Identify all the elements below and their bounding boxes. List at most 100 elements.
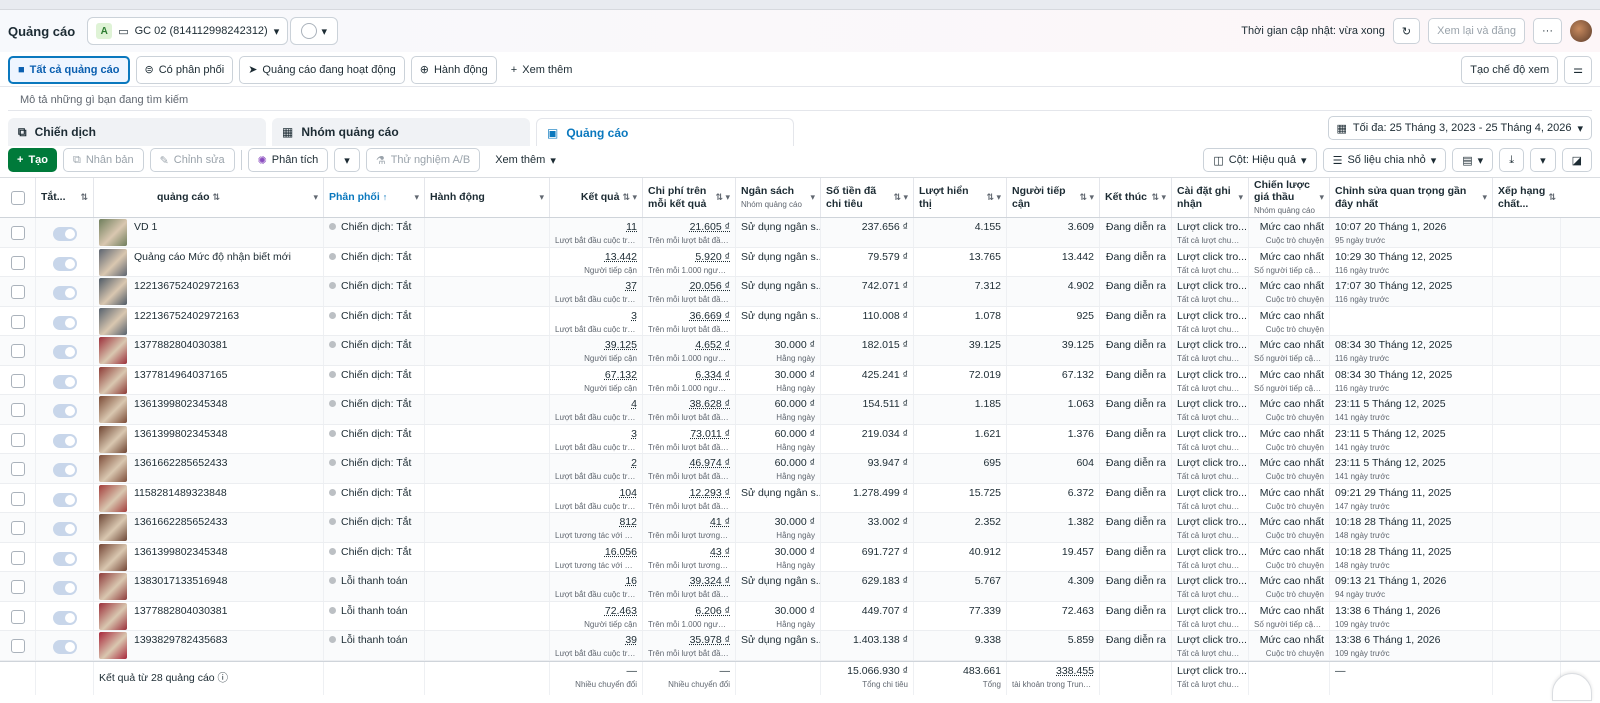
ad-thumbnail[interactable]	[99, 484, 127, 512]
toolbar-see-more[interactable]: Xem thêm ▾	[486, 148, 565, 172]
ad-toggle[interactable]	[52, 522, 77, 536]
filter-all-ads[interactable]: ■ Tất cả quảng cáo	[8, 55, 130, 84]
ad-thumbnail[interactable]	[99, 425, 127, 453]
filter-has-delivery[interactable]: ⊜ Có phân phối	[135, 55, 234, 84]
tab-adsets[interactable]: ▦ Nhóm quảng cáo	[272, 118, 530, 146]
cost-value[interactable]: 20.056 ₫	[648, 280, 730, 292]
table-row[interactable]: 1361662285652433 Chiến dịch: Tắt 812 Lượt t…	[0, 513, 1600, 543]
ad-name[interactable]: 1377882804030381	[134, 339, 227, 351]
filter-active-ads[interactable]: ➤ Quảng cáo đang hoạt động	[239, 55, 405, 84]
row-checkbox[interactable]	[10, 550, 25, 565]
ad-thumbnail[interactable]	[99, 366, 127, 394]
settings-sliders-button[interactable]: ⚌	[1564, 55, 1592, 84]
result-value[interactable]: 11	[555, 221, 637, 233]
ad-toggle[interactable]	[52, 404, 77, 418]
ad-thumbnail[interactable]	[99, 278, 127, 305]
review-publish-button[interactable]: Xem lại và đăng	[1428, 18, 1525, 44]
cost-value[interactable]: 38.628 ₫	[648, 398, 730, 410]
analyze-dropdown[interactable]: ▾	[334, 148, 360, 172]
columns-button[interactable]: ◫ Cột: Hiệu quả ▾	[1203, 148, 1317, 172]
ad-thumbnail[interactable]	[99, 632, 127, 659]
ad-thumbnail[interactable]	[99, 543, 127, 571]
more-button[interactable]: ···	[1533, 18, 1562, 44]
ad-thumbnail[interactable]	[99, 455, 127, 482]
ad-toggle[interactable]	[52, 610, 77, 625]
ad-thumbnail[interactable]	[99, 573, 127, 600]
search-input[interactable]: Mô tả những gì bạn đang tìm kiếm	[8, 89, 1592, 111]
col-header-rank[interactable]: Xếp hạng chất... ⇅	[1493, 178, 1561, 217]
result-value[interactable]: 39	[555, 634, 637, 646]
create-view-button[interactable]: Tạo chế độ xem	[1461, 55, 1559, 84]
result-value[interactable]: 13.442	[555, 251, 637, 263]
cost-value[interactable]: 43 ₫	[648, 546, 730, 558]
ad-toggle[interactable]	[52, 374, 77, 389]
see-more-filters-button[interactable]: + Xem thêm	[502, 55, 581, 84]
cost-value[interactable]: 46.974 ₫	[648, 457, 730, 469]
table-row[interactable]: 1377814964037165 Chiến dịch: Tắt 67.132 Ngư…	[0, 365, 1600, 395]
cost-value[interactable]: 4.652 ₫	[648, 339, 730, 351]
table-row[interactable]: 1377882804030381 Chiến dịch: Tắt 39.125 Ngư…	[0, 336, 1600, 366]
col-header-budget[interactable]: Ngân sách Nhóm quảng cáo ▾	[736, 178, 821, 217]
row-checkbox[interactable]	[10, 403, 25, 417]
row-checkbox[interactable]	[10, 226, 25, 240]
ad-thumbnail[interactable]	[99, 219, 127, 246]
duplicate-button[interactable]: ⧉ Nhân bản	[63, 148, 144, 172]
ad-toggle[interactable]	[52, 256, 77, 271]
table-row[interactable]: 122136752402972163 Chiến dịch: Tắt 3 Lượt b…	[0, 306, 1600, 336]
row-checkbox[interactable]	[10, 580, 25, 594]
table-row[interactable]: 1393829782435683 Lỗi thanh toán 39 Lượt bắt…	[0, 631, 1600, 661]
row-checkbox[interactable]	[10, 462, 25, 476]
table-row[interactable]: Quảng cáo Mức độ nhận biết mới Chiến dịch…	[0, 247, 1600, 277]
cost-value[interactable]: 73.011 ₫	[648, 428, 730, 440]
export-dropdown[interactable]: ▾	[1530, 148, 1556, 172]
col-header-attribution[interactable]: Cài đặt ghi nhận ▾	[1172, 178, 1249, 217]
ad-thumbnail[interactable]	[99, 396, 127, 423]
ad-name[interactable]: 122136752402972163	[134, 280, 239, 292]
table-row[interactable]: VD 1 Chiến dịch: Tắt 11 Lượt bắt đầu cuộc t…	[0, 218, 1600, 248]
col-header-impressions[interactable]: Lượt hiển thị ⇅ ▾	[914, 178, 1007, 217]
chart-toggle-button[interactable]: ◪	[1561, 148, 1592, 172]
date-range-picker[interactable]: ▦ Tối đa: 25 Tháng 3, 2023 - 25 Tháng 4, …	[1327, 116, 1592, 140]
table-row[interactable]: 1361662285652433 Chiến dịch: Tắt 2 Lượt bắt…	[0, 454, 1600, 484]
col-header-results[interactable]: Kết quả ⇅ ▾	[550, 178, 643, 217]
result-value[interactable]: 3	[555, 428, 637, 440]
row-checkbox[interactable]	[10, 344, 25, 358]
row-checkbox[interactable]	[10, 255, 25, 270]
ad-name[interactable]: 1361399802345348	[134, 398, 227, 410]
result-value[interactable]: 67.132	[555, 369, 637, 381]
result-value[interactable]: 16.056	[555, 546, 637, 558]
breakdown-button[interactable]: ☰ Số liệu chia nhỏ ▾	[1322, 148, 1447, 172]
ad-toggle[interactable]	[52, 315, 77, 330]
result-value[interactable]: 39.125	[555, 339, 637, 351]
ab-test-button[interactable]: ⚗ Thử nghiệm A/B	[365, 148, 481, 172]
cost-value[interactable]: 41 ₫	[648, 516, 730, 528]
avatar[interactable]	[1570, 20, 1592, 42]
ad-toggle[interactable]	[52, 227, 77, 241]
cost-value[interactable]: 6.334 ₫	[648, 369, 730, 381]
table-row[interactable]: 1158281489323848 Chiến dịch: Tắt 104 Lượt b…	[0, 483, 1600, 513]
ad-toggle[interactable]	[52, 286, 77, 300]
ad-name[interactable]: VD 1	[134, 221, 157, 233]
table-row[interactable]: 122136752402972163 Chiến dịch: Tắt 37 Lượt …	[0, 277, 1600, 307]
row-checkbox[interactable]	[10, 432, 25, 447]
table-row[interactable]: 1361399802345348 Chiến dịch: Tắt 4 Lượt bắt…	[0, 395, 1600, 425]
col-header-edited[interactable]: Chỉnh sửa quan trọng gần đây nhất ▾	[1330, 178, 1493, 217]
cost-value[interactable]: 12.293 ₫	[648, 487, 730, 499]
select-all-checkbox[interactable]	[10, 190, 25, 205]
reports-button[interactable]: ▤ ▾	[1452, 148, 1494, 172]
ad-toggle[interactable]	[52, 492, 77, 507]
col-header-delivery[interactable]: Phân phối ↑ ▾	[324, 178, 425, 217]
col-header-cost[interactable]: Chi phí trên mỗi kết quả ⇅ ▾	[643, 178, 736, 217]
cost-value[interactable]: 21.605 ₫	[648, 221, 730, 233]
ad-name[interactable]: 1361662285652433	[134, 516, 227, 528]
ad-thumbnail[interactable]	[99, 602, 127, 630]
table-row[interactable]: 1377882804030381 Lỗi thanh toán 72.463 Ngườ…	[0, 601, 1600, 631]
row-checkbox[interactable]	[10, 285, 25, 299]
ad-name[interactable]: 1361399802345348	[134, 428, 227, 440]
ad-name[interactable]: 1361662285652433	[134, 457, 227, 469]
result-value[interactable]: 72.463	[555, 605, 637, 617]
ad-name[interactable]: 1383017133516948	[134, 575, 227, 587]
result-value[interactable]: 104	[555, 487, 637, 499]
ad-name[interactable]: Quảng cáo Mức độ nhận biết mới	[134, 251, 291, 263]
info-icon[interactable]: ⓘ	[218, 672, 229, 684]
